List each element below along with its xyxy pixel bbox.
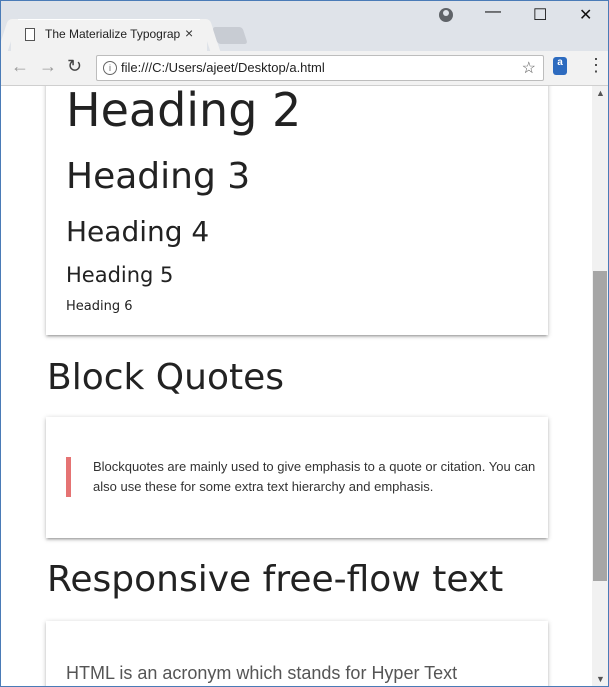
scrollbar-thumb[interactable] [593, 271, 607, 581]
browser-toolbar: ← → ↻ i file:///C:/Users/ajeet/Desktop/a… [1, 51, 608, 86]
address-bar[interactable]: i file:///C:/Users/ajeet/Desktop/a.html … [96, 55, 544, 81]
back-icon[interactable]: ← [11, 56, 29, 77]
scroll-down-icon[interactable]: ▼ [596, 674, 605, 684]
browser-window: The Materialize Typograp × — ☐ ✕ ← → ↻ i… [0, 0, 609, 687]
url-text[interactable]: file:///C:/Users/ajeet/Desktop/a.html [121, 60, 325, 75]
reload-icon[interactable]: ↻ [67, 56, 82, 77]
responsive-title: Responsive free-flow text [47, 559, 504, 600]
new-tab-button[interactable] [212, 27, 248, 44]
heading-5: Heading 5 [66, 263, 174, 287]
tab-close-icon[interactable]: × [185, 25, 193, 41]
profile-avatar-icon[interactable] [439, 8, 453, 22]
heading-2: Heading 2 [66, 86, 302, 137]
close-window-icon[interactable]: ✕ [579, 5, 592, 25]
forward-icon[interactable]: → [39, 56, 57, 77]
heading-3: Heading 3 [66, 156, 251, 197]
vertical-scrollbar[interactable]: ▲ ▼ [592, 86, 608, 686]
bookmark-star-icon[interactable]: ☆ [522, 58, 536, 78]
heading-6: Heading 6 [66, 299, 133, 314]
scroll-up-icon[interactable]: ▲ [596, 88, 605, 98]
page-viewport: Heading 2 Heading 3 Heading 4 Heading 5 … [1, 86, 592, 686]
blockquote: Blockquotes are mainly used to give emph… [66, 457, 551, 497]
responsive-text: HTML is an acronym which stands for Hype… [66, 663, 458, 683]
headings-card: Heading 2 Heading 3 Heading 4 Heading 5 … [46, 86, 548, 335]
info-icon[interactable]: i [103, 61, 117, 75]
maximize-icon[interactable]: ☐ [533, 5, 547, 25]
minimize-icon[interactable]: — [485, 3, 501, 21]
block-quotes-title: Block Quotes [47, 357, 285, 398]
title-bar: The Materialize Typograp × — ☐ ✕ [1, 1, 608, 51]
document-icon [25, 28, 35, 41]
tab-title: The Materialize Typograp [45, 27, 181, 41]
blockquote-card: Blockquotes are mainly used to give emph… [46, 417, 548, 538]
menu-icon[interactable]: ⋮ [587, 55, 605, 76]
browser-tab[interactable]: The Materialize Typograp × [11, 19, 207, 51]
heading-4: Heading 4 [66, 215, 210, 248]
extension-icon[interactable]: a [553, 57, 567, 75]
responsive-card: HTML is an acronym which stands for Hype… [46, 621, 548, 686]
